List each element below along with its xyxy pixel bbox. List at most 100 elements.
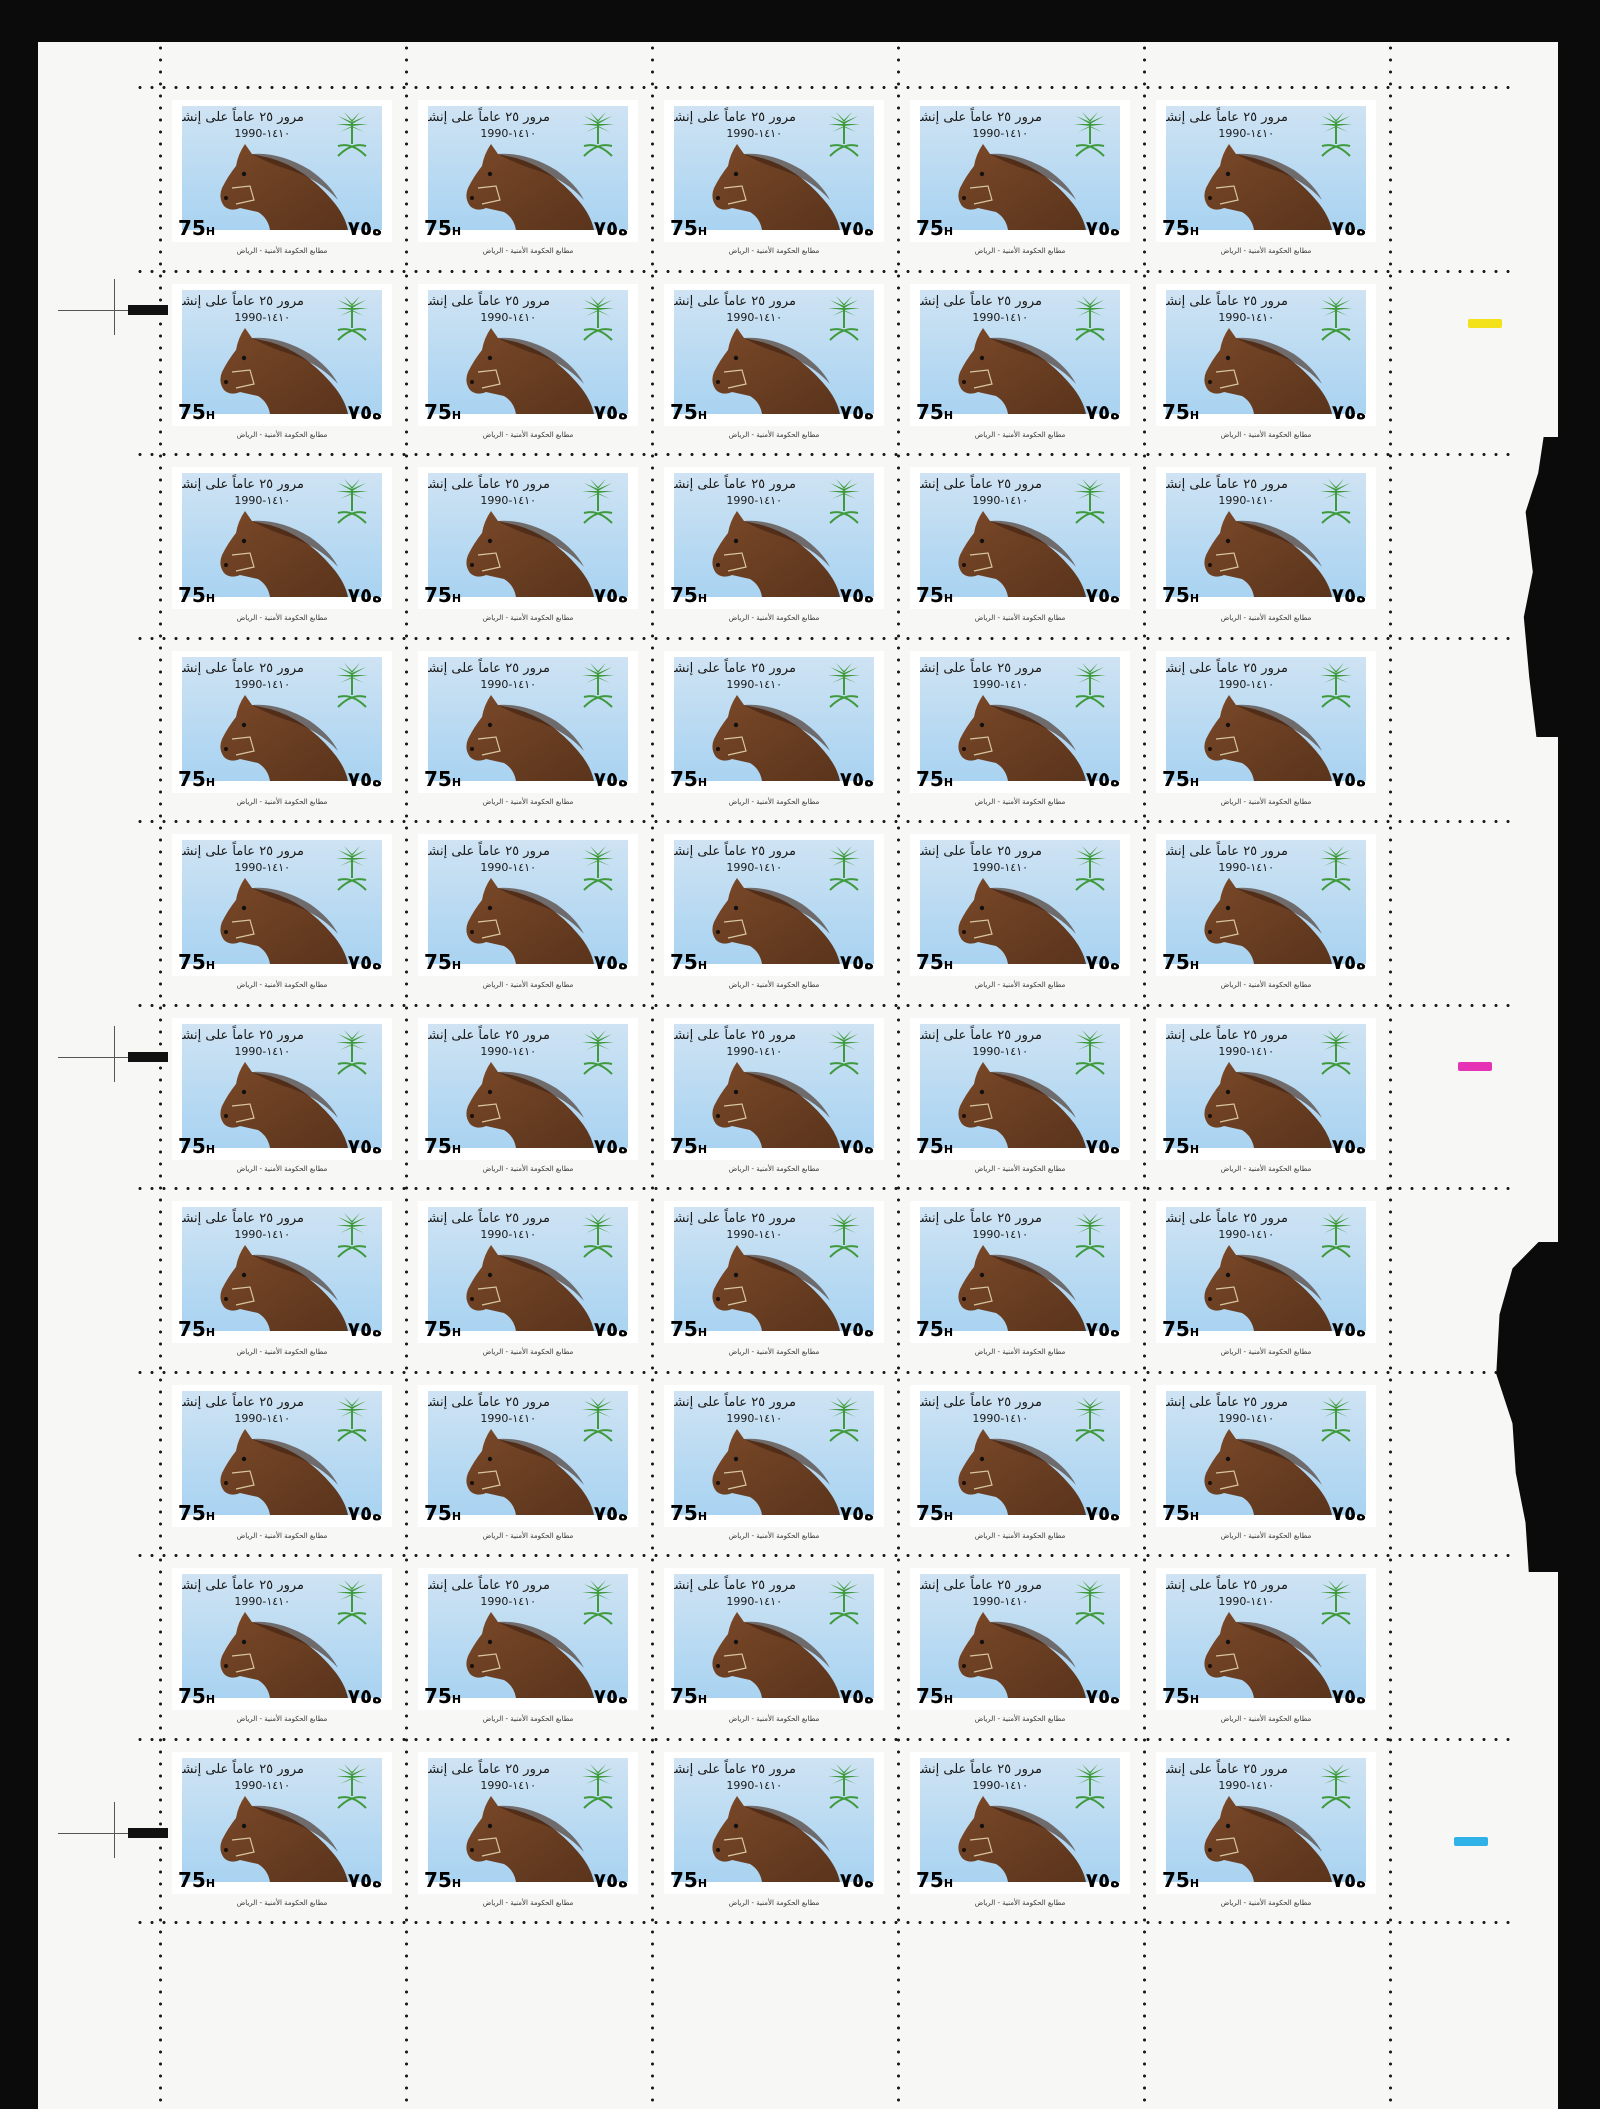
- stamp-imprint: مطابع الحكومة الأمنية - الرياض: [1220, 797, 1312, 806]
- stamp-year: 1990-١٤١٠: [972, 861, 1028, 874]
- stamp-value-arabic: ه٧٥: [1331, 399, 1366, 424]
- stamp-r2-c5: مرور ٢٥ عاماً على إنشاء نادي الفروسية 19…: [1156, 283, 1376, 439]
- horse-head-icon: [466, 1795, 594, 1882]
- stamp-art: مرور ٢٥ عاماً على إنشاء نادي الفروسية 19…: [1166, 1390, 1366, 1515]
- stamp-r10-c2: مرور ٢٥ عاماً على إنشاء نادي الفروسية 19…: [418, 1751, 638, 1907]
- stamp-value-arabic: ه٧٥: [839, 1684, 874, 1708]
- stamp-title: مرور ٢٥ عاماً على إنشاء نادي الفروسية: [182, 1211, 304, 1226]
- horse-head-icon: [712, 327, 840, 414]
- stamp-imprint: مطابع الحكومة الأمنية - الرياض: [236, 797, 328, 806]
- stamp-value-latin: 75H: [1162, 1684, 1200, 1708]
- horse-head-icon: [712, 1428, 840, 1515]
- stamp-title: مرور ٢٥ عاماً على إنشاء نادي الفروسية: [920, 1211, 1042, 1226]
- stamp-art: مرور ٢٥ عاماً على إنشاء نادي الفروسية 19…: [182, 289, 382, 414]
- stamp-value-arabic: ه٧٥: [347, 1133, 382, 1158]
- stamp-year: 1990-١٤١٠: [480, 127, 536, 140]
- stamp-year: 1990-١٤١٠: [234, 861, 290, 874]
- stamp-title: مرور ٢٥ عاماً على إنشاء نادي الفروسية: [182, 477, 304, 492]
- stamp-value-latin: 75H: [670, 1684, 708, 1708]
- stamp-art: مرور ٢٥ عاماً على إنشاء نادي الفروسية 19…: [1166, 840, 1366, 964]
- stamp-r3-c1: مرور ٢٥ عاماً على إنشاء نادي الفروسية 19…: [172, 467, 392, 622]
- stamp-imprint: مطابع الحكومة الأمنية - الرياض: [482, 247, 574, 255]
- stamp-imprint: مطابع الحكومة الأمنية - الرياض: [236, 1164, 328, 1173]
- stamp-title: مرور ٢٥ عاماً على إنشاء نادي الفروسية: [674, 1027, 796, 1043]
- horse-head-icon: [220, 878, 348, 964]
- stamp-value-latin: 75H: [424, 1317, 462, 1341]
- stamp-art: مرور ٢٥ عاماً على إنشاء نادي الفروسية 19…: [920, 106, 1120, 230]
- stamp-r7-c3: مرور ٢٥ عاماً على إنشاء نادي الفروسية 19…: [664, 1201, 884, 1356]
- stamp-title: مرور ٢٥ عاماً على إنشاء نادي الفروسية: [1166, 110, 1288, 125]
- horse-head-icon: [1204, 1612, 1332, 1698]
- stamp-year: 1990-١٤١٠: [234, 1778, 290, 1792]
- stamp-value-arabic: ه٧٥: [347, 1684, 382, 1708]
- stamp-r2-c3: مرور ٢٥ عاماً على إنشاء نادي الفروسية 19…: [664, 283, 884, 439]
- stamp-imprint: مطابع الحكومة الأمنية - الرياض: [236, 614, 328, 622]
- stamp-title: مرور ٢٥ عاماً على إنشاء نادي الفروسية: [674, 110, 796, 125]
- stamp-imprint: مطابع الحكومة الأمنية - الرياض: [974, 1164, 1066, 1173]
- stamp-imprint: مطابع الحكومة الأمنية - الرياض: [236, 1531, 328, 1540]
- stamp-year: 1990-١٤١٠: [972, 1228, 1028, 1241]
- stamp-title: مرور ٢٥ عاماً على إنشاء نادي الفروسية: [428, 1761, 550, 1777]
- stamp-value-latin: 75H: [916, 583, 954, 607]
- stamp-imprint: مطابع الحكومة الأمنية - الرياض: [482, 430, 574, 439]
- stamp-value-arabic: ه٧٥: [839, 1133, 874, 1158]
- color-bar-yellow: [1468, 319, 1502, 328]
- stamp-art: مرور ٢٥ عاماً على إنشاء نادي الفروسية 19…: [920, 1023, 1120, 1148]
- stamp-year: 1990-١٤١٠: [1218, 1044, 1274, 1058]
- horse-head-icon: [466, 1245, 594, 1331]
- stamp-value-latin: 75H: [424, 216, 462, 240]
- stamp-title: مرور ٢٥ عاماً على إنشاء نادي الفروسية: [920, 110, 1042, 125]
- stamp-imprint: مطابع الحكومة الأمنية - الرياض: [482, 797, 574, 806]
- stamp-art: مرور ٢٥ عاماً على إنشاء نادي الفروسية 19…: [674, 1023, 874, 1148]
- perforation-column: [1143, 42, 1146, 2109]
- stamp-imprint: مطابع الحكومة الأمنية - الرياض: [728, 1348, 820, 1356]
- stamp-r4-c2: مرور ٢٥ عاماً على إنشاء نادي الفروسية 19…: [418, 650, 638, 806]
- stamp-year: 1990-١٤١٠: [972, 1044, 1028, 1058]
- stamp-year: 1990-١٤١٠: [480, 1778, 536, 1792]
- stamp-value-arabic: ه٧٥: [347, 399, 382, 424]
- horse-head-icon: [220, 511, 348, 597]
- stamp-art: مرور ٢٥ عاماً على إنشاء نادي الفروسية 19…: [1166, 473, 1366, 597]
- stamp-value-latin: 75H: [916, 1684, 954, 1708]
- horse-head-icon: [712, 1061, 840, 1148]
- stamp-value-arabic: ه٧٥: [1085, 1500, 1120, 1525]
- stamp-value-arabic: ه٧٥: [347, 583, 382, 607]
- stamp-year: 1990-١٤١٠: [726, 127, 782, 140]
- stamp-imprint: مطابع الحكومة الأمنية - الرياض: [1220, 1164, 1312, 1173]
- stamp-r9-c2: مرور ٢٥ عاماً على إنشاء نادي الفروسية 19…: [418, 1568, 638, 1723]
- stamp-title: مرور ٢٥ عاماً على إنشاء نادي الفروسية: [182, 844, 304, 859]
- stamp-value-arabic: ه٧٥: [839, 1317, 874, 1341]
- stamp-title: مرور ٢٥ عاماً على إنشاء نادي الفروسية: [920, 1761, 1042, 1777]
- stamp-value-arabic: ه٧٥: [347, 950, 382, 974]
- horse-head-icon: [712, 1612, 840, 1698]
- stamp-title: مرور ٢٥ عاماً على إنشاء نادي الفروسية: [674, 1394, 796, 1410]
- stamp-title: مرور ٢٥ عاماً على إنشاء نادي الفروسية: [920, 293, 1042, 309]
- stamp-value-latin: 75H: [424, 766, 462, 791]
- stamp-year: 1990-١٤١٠: [972, 494, 1028, 507]
- stamp-value-arabic: ه٧٥: [347, 216, 382, 240]
- stamp-title: مرور ٢٥ عاماً على إنشاء نادي الفروسية: [1166, 1027, 1288, 1043]
- horse-head-icon: [1204, 511, 1332, 597]
- torn-edge-lower: [1496, 1242, 1558, 1572]
- stamp-year: 1990-١٤١٠: [726, 1411, 782, 1425]
- horse-head-icon: [466, 144, 594, 230]
- stamp-art: مرور ٢٥ عاماً على إنشاء نادي الفروسية 19…: [428, 656, 628, 781]
- stamp-r10-c5: مرور ٢٥ عاماً على إنشاء نادي الفروسية 19…: [1156, 1751, 1376, 1907]
- stamp-r4-c3: مرور ٢٥ عاماً على إنشاء نادي الفروسية 19…: [664, 650, 884, 806]
- stamp-r8-c5: مرور ٢٥ عاماً على إنشاء نادي الفروسية 19…: [1156, 1384, 1376, 1540]
- stamp-value-arabic: ه٧٥: [593, 766, 628, 791]
- stamp-value-arabic: ه٧٥: [839, 766, 874, 791]
- stamp-year: 1990-١٤١٠: [726, 1228, 782, 1241]
- stamp-title: مرور ٢٥ عاماً على إنشاء نادي الفروسية: [674, 1211, 796, 1226]
- stamp-year: 1990-١٤١٠: [726, 1778, 782, 1792]
- stamp-imprint: مطابع الحكومة الأمنية - الرياض: [728, 247, 820, 255]
- stamp-art: مرور ٢٥ عاماً على إنشاء نادي الفروسية 19…: [920, 289, 1120, 414]
- stamp-title: مرور ٢٥ عاماً على إنشاء نادي الفروسية: [428, 477, 550, 492]
- stamp-r4-c1: مرور ٢٥ عاماً على إنشاء نادي الفروسية 19…: [172, 650, 392, 806]
- stamp-value-arabic: ه٧٥: [593, 583, 628, 607]
- stamp-value-latin: 75H: [670, 766, 708, 791]
- stamp-r5-c1: مرور ٢٥ عاماً على إنشاء نادي الفروسية 19…: [172, 834, 392, 989]
- stamp-title: مرور ٢٥ عاماً على إنشاء نادي الفروسية: [182, 1761, 304, 1777]
- stamp-r4-c5: مرور ٢٥ عاماً على إنشاء نادي الفروسية 19…: [1156, 650, 1376, 806]
- stamp-r5-c2: مرور ٢٥ عاماً على إنشاء نادي الفروسية 19…: [418, 834, 638, 989]
